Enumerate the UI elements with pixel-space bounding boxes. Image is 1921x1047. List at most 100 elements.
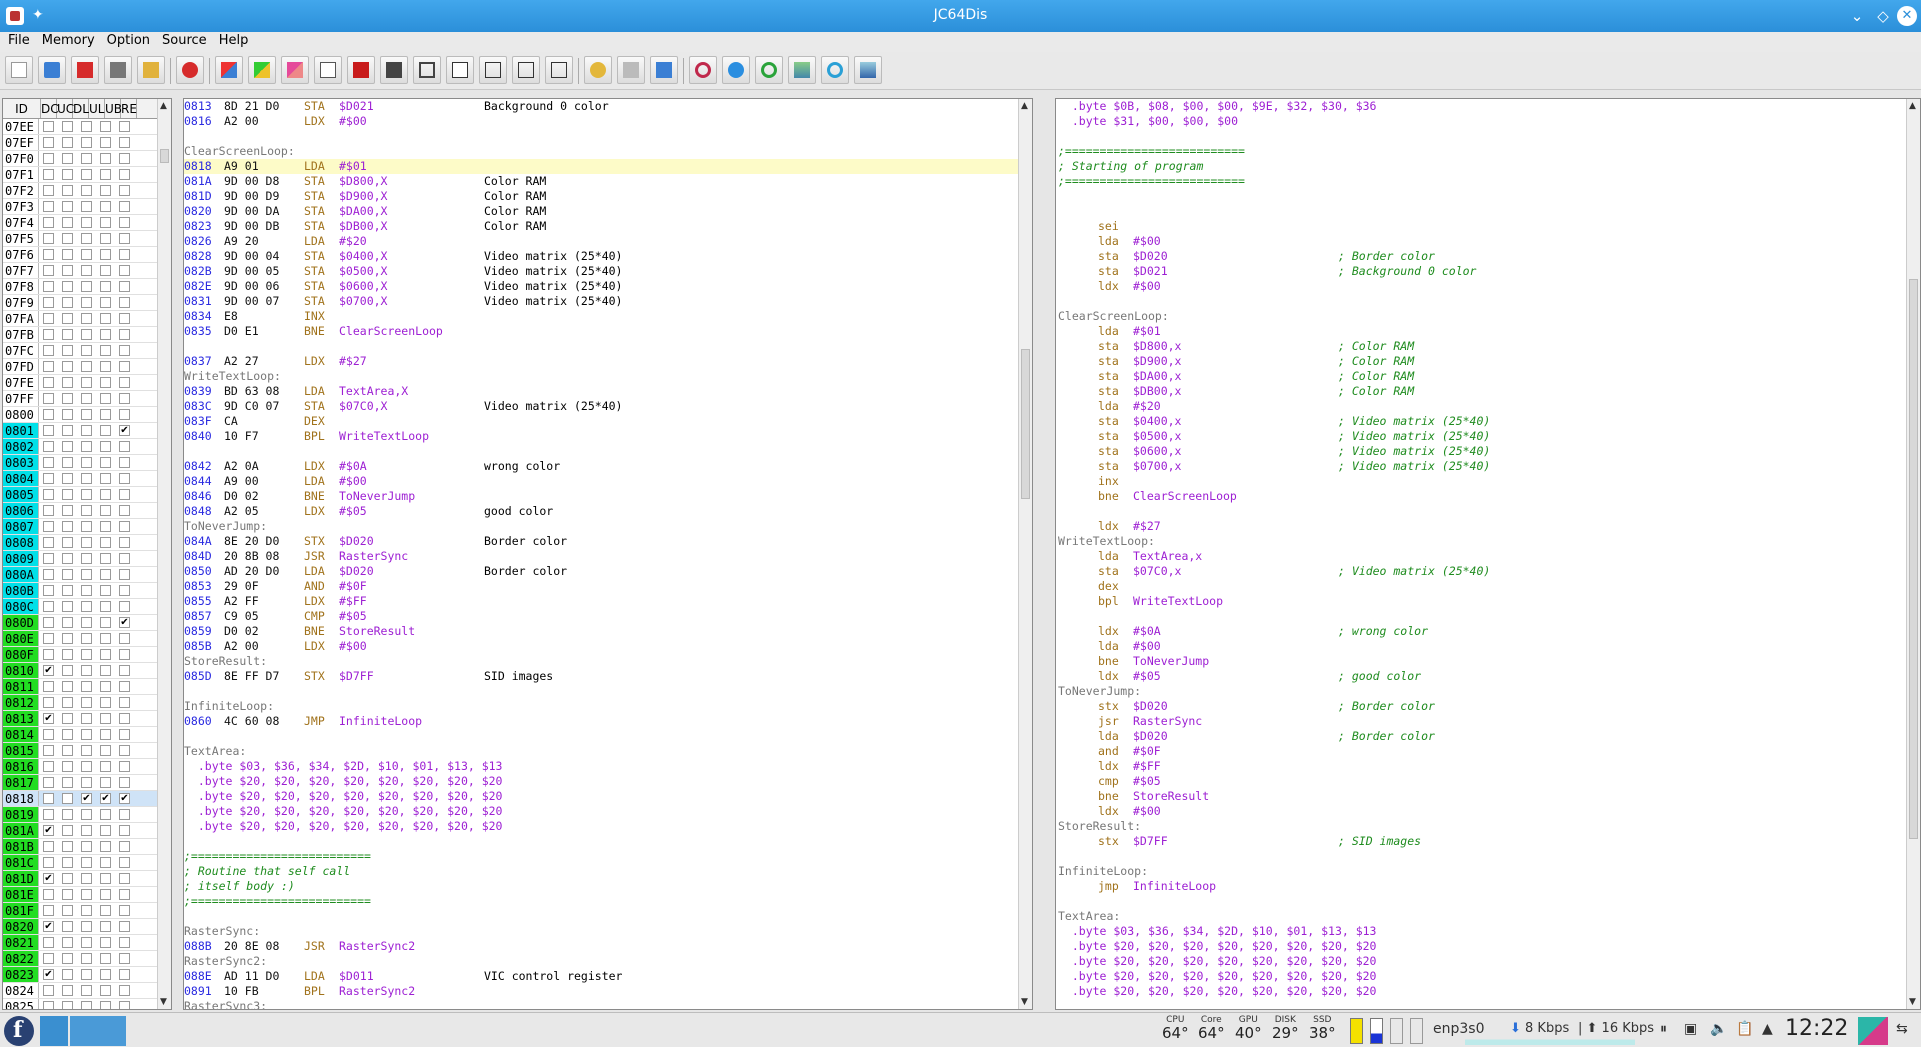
code-line[interactable]: 0844 A9 00 LDA #$00 (184, 474, 1019, 489)
checkbox[interactable] (81, 761, 92, 772)
checkbox[interactable] (119, 185, 130, 196)
checkbox[interactable] (81, 937, 92, 948)
table-row[interactable]: 080C (3, 599, 171, 615)
checkbox[interactable] (119, 809, 130, 820)
checkbox[interactable] (81, 777, 92, 788)
column-header-id[interactable]: ID (3, 99, 41, 118)
clock[interactable]: 12:22 (1785, 1016, 1848, 1041)
checkbox[interactable] (100, 777, 111, 788)
checkbox[interactable] (81, 809, 92, 820)
code-line[interactable]: 0860 4C 60 08 JMP InfiniteLoop (184, 714, 1019, 729)
table-row[interactable]: 081D ✔ (3, 871, 171, 887)
checkbox[interactable] (119, 329, 130, 340)
checkbox[interactable] (43, 473, 54, 484)
checkbox[interactable] (119, 649, 130, 660)
checkbox[interactable] (43, 537, 54, 548)
source-line[interactable]: ldx #$27 (1058, 519, 1908, 534)
code-line[interactable]: 0834 E8 INX (184, 309, 1019, 324)
checkbox[interactable] (100, 857, 111, 868)
checkbox[interactable] (81, 313, 92, 324)
code-line[interactable]: .byte $20, $20, $20, $20, $20, $20, $20,… (184, 819, 1019, 834)
source-line[interactable]: sta $DB00,x ; Color RAM (1058, 384, 1908, 399)
source-panel[interactable]: .byte $0B, $08, $00, $00, $9E, $32, $30,… (1055, 98, 1921, 1010)
block-comment-button[interactable] (347, 56, 375, 84)
checkbox[interactable]: ✔ (119, 425, 130, 436)
code-line[interactable]: .byte $03, $36, $34, $2D, $10, $01, $13,… (184, 759, 1019, 774)
find-red-button[interactable] (689, 56, 717, 84)
checkbox[interactable] (119, 313, 130, 324)
disassembly-panel[interactable]: 0813 8D 21 D0 STA $D021 Background 0 color 08… (183, 98, 1033, 1010)
menu-file[interactable]: File (4, 32, 34, 52)
checkbox[interactable] (119, 441, 130, 452)
checkbox[interactable] (100, 553, 111, 564)
code-line[interactable]: 083F CA DEX (184, 414, 1019, 429)
checkbox[interactable] (62, 393, 73, 404)
checkbox[interactable] (100, 537, 111, 548)
checkbox[interactable] (43, 377, 54, 388)
checkbox[interactable] (100, 345, 111, 356)
checkbox[interactable] (81, 233, 92, 244)
clipboard-icon[interactable]: 📋 (1736, 1021, 1753, 1037)
checkbox[interactable] (43, 617, 54, 628)
source-line[interactable]: cmp #$05 (1058, 774, 1908, 789)
source-line[interactable]: .byte $31, $00, $00, $00 (1058, 114, 1908, 129)
checkbox[interactable]: ✔ (119, 617, 130, 628)
checkbox[interactable] (43, 137, 54, 148)
checkbox[interactable] (62, 905, 73, 916)
checkbox[interactable] (119, 601, 130, 612)
checkbox[interactable] (119, 457, 130, 468)
checkbox[interactable] (43, 1001, 54, 1009)
code-line[interactable]: 0816 A2 00 LDX #$00 (184, 114, 1019, 129)
table-row[interactable]: 0825 (3, 999, 171, 1009)
source-line[interactable]: inx (1058, 474, 1908, 489)
checkbox[interactable] (43, 841, 54, 852)
checkbox[interactable] (62, 761, 73, 772)
exit-button[interactable] (176, 56, 204, 84)
checkbox[interactable] (43, 745, 54, 756)
workspace-1[interactable] (40, 1016, 68, 1046)
scroll-down-icon[interactable]: ▼ (1021, 997, 1028, 1007)
checkbox[interactable] (100, 185, 111, 196)
checkbox[interactable] (81, 825, 92, 836)
blank-line[interactable] (184, 729, 1019, 744)
code-line[interactable]: ; Routine that self call (184, 864, 1019, 879)
source-line[interactable]: bne ClearScreenLoop (1058, 489, 1908, 504)
code-line[interactable]: 0842 A2 0A LDX #$0A wrong color (184, 459, 1019, 474)
checkbox[interactable] (43, 633, 54, 644)
checkbox[interactable] (43, 761, 54, 772)
checkbox[interactable] (81, 601, 92, 612)
checkbox[interactable] (81, 857, 92, 868)
checkbox[interactable] (81, 457, 92, 468)
checkbox[interactable] (43, 729, 54, 740)
checkbox[interactable] (62, 281, 73, 292)
checkbox[interactable] (119, 953, 130, 964)
checkbox[interactable] (119, 233, 130, 244)
code-line[interactable]: ;========================== (184, 849, 1019, 864)
code-line[interactable]: 0848 A2 05 LDX #$05 good color (184, 504, 1019, 519)
checkbox[interactable] (43, 409, 54, 420)
find-blue-button[interactable] (722, 56, 750, 84)
checkbox[interactable] (100, 409, 111, 420)
checkbox[interactable] (62, 377, 73, 388)
checkbox[interactable] (119, 745, 130, 756)
checkbox[interactable] (100, 265, 111, 276)
table-row[interactable]: 0810 ✔ (3, 663, 171, 679)
checkbox[interactable] (100, 953, 111, 964)
menu-source[interactable]: Source (158, 32, 211, 52)
checkbox[interactable] (100, 825, 111, 836)
checkbox[interactable] (81, 569, 92, 580)
checkbox[interactable] (119, 137, 130, 148)
checkbox[interactable] (119, 169, 130, 180)
checkbox[interactable] (100, 329, 111, 340)
checkbox[interactable] (119, 393, 130, 404)
source-line[interactable]: sta $0700,x ; Video matrix (25*40) (1058, 459, 1908, 474)
table-row[interactable]: 07FE (3, 375, 171, 391)
source-scrollbar[interactable]: ▲ ▼ (1906, 99, 1920, 1009)
checkbox[interactable] (100, 873, 111, 884)
checkbox[interactable] (100, 313, 111, 324)
code-line[interactable]: 088B 20 8E 08 JSR RasterSync2 (184, 939, 1019, 954)
checkbox[interactable] (43, 265, 54, 276)
checkbox[interactable] (100, 137, 111, 148)
checkbox[interactable] (43, 569, 54, 580)
checkbox[interactable]: ✔ (43, 825, 54, 836)
